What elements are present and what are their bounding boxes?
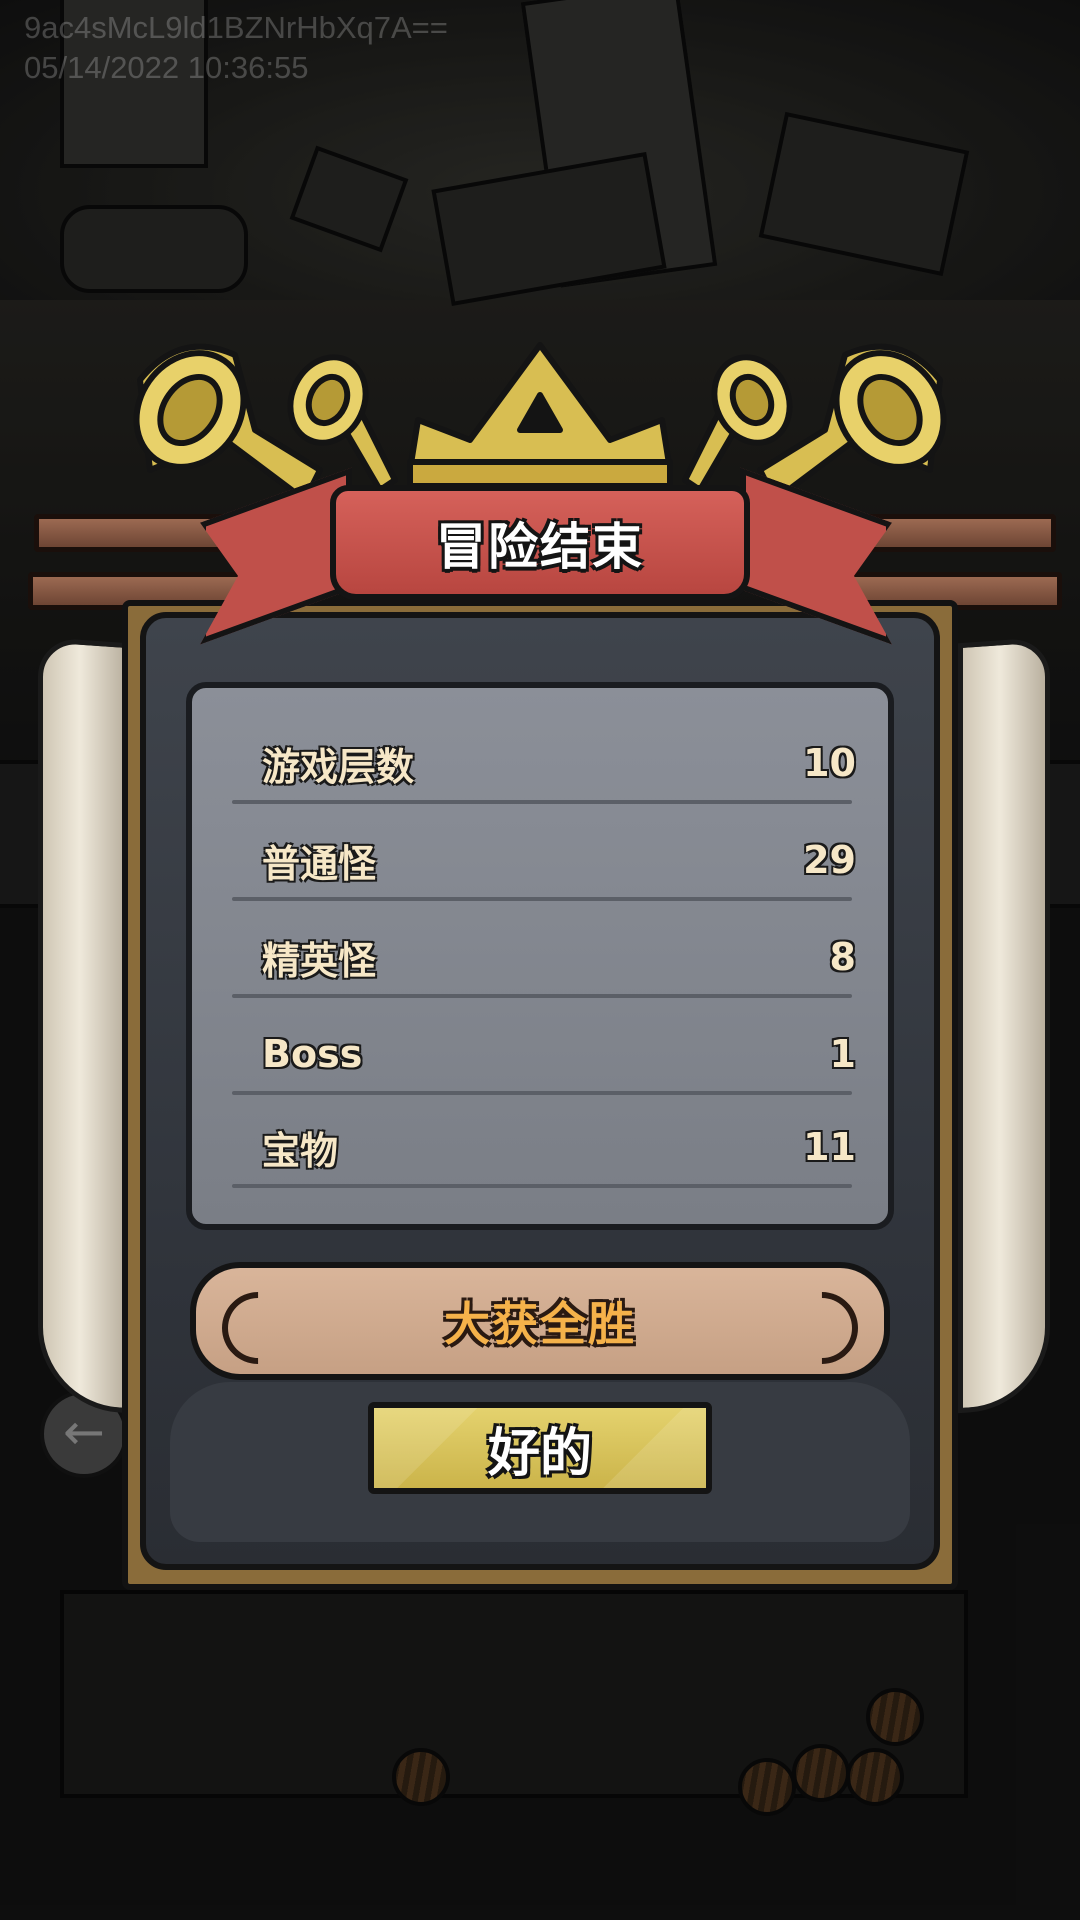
result-banner: 大获全胜: [190, 1262, 890, 1380]
title-ribbon: 冒险结束: [330, 485, 750, 600]
stat-label: 精英怪: [262, 938, 377, 983]
stat-label: 普通怪: [262, 841, 377, 886]
row-divider: [232, 1091, 852, 1095]
adventure-end-dialog: 冒险结束 游戏层数 10 普通怪 29 精英怪 8 Boss 1 宝物 11 大…: [0, 0, 1080, 1920]
crown-icon: [407, 342, 673, 489]
stat-label: 游戏层数: [262, 744, 415, 789]
stat-value: 29: [803, 838, 856, 882]
curtain-right: [958, 636, 1050, 1414]
stat-label: 宝物: [262, 1128, 339, 1173]
dialog-title: 冒险结束: [436, 517, 644, 576]
stat-value: 1: [829, 1032, 856, 1076]
row-divider: [232, 897, 852, 901]
stat-row-boss: Boss 1: [236, 1024, 856, 1084]
stats-panel: 游戏层数 10 普通怪 29 精英怪 8 Boss 1 宝物 11: [186, 682, 894, 1230]
ok-button[interactable]: 好的: [368, 1402, 712, 1494]
stat-row-normal-monsters: 普通怪 29: [236, 830, 856, 890]
stat-row-elite-monsters: 精英怪 8: [236, 927, 856, 987]
stat-label: Boss: [262, 1032, 363, 1076]
swirl-decor: [771, 1277, 873, 1379]
stat-value: 10: [803, 741, 856, 785]
curtain-left: [38, 636, 130, 1414]
ok-button-label: 好的: [487, 1423, 592, 1484]
row-divider: [232, 800, 852, 804]
stat-value: 11: [803, 1125, 856, 1169]
stat-value: 8: [829, 935, 856, 979]
stat-row-treasures: 宝物 11: [236, 1117, 856, 1177]
stat-row-floors: 游戏层数 10: [236, 733, 856, 793]
row-divider: [232, 994, 852, 998]
row-divider: [232, 1184, 852, 1188]
swirl-decor: [207, 1277, 309, 1379]
result-text: 大获全胜: [444, 1297, 636, 1351]
